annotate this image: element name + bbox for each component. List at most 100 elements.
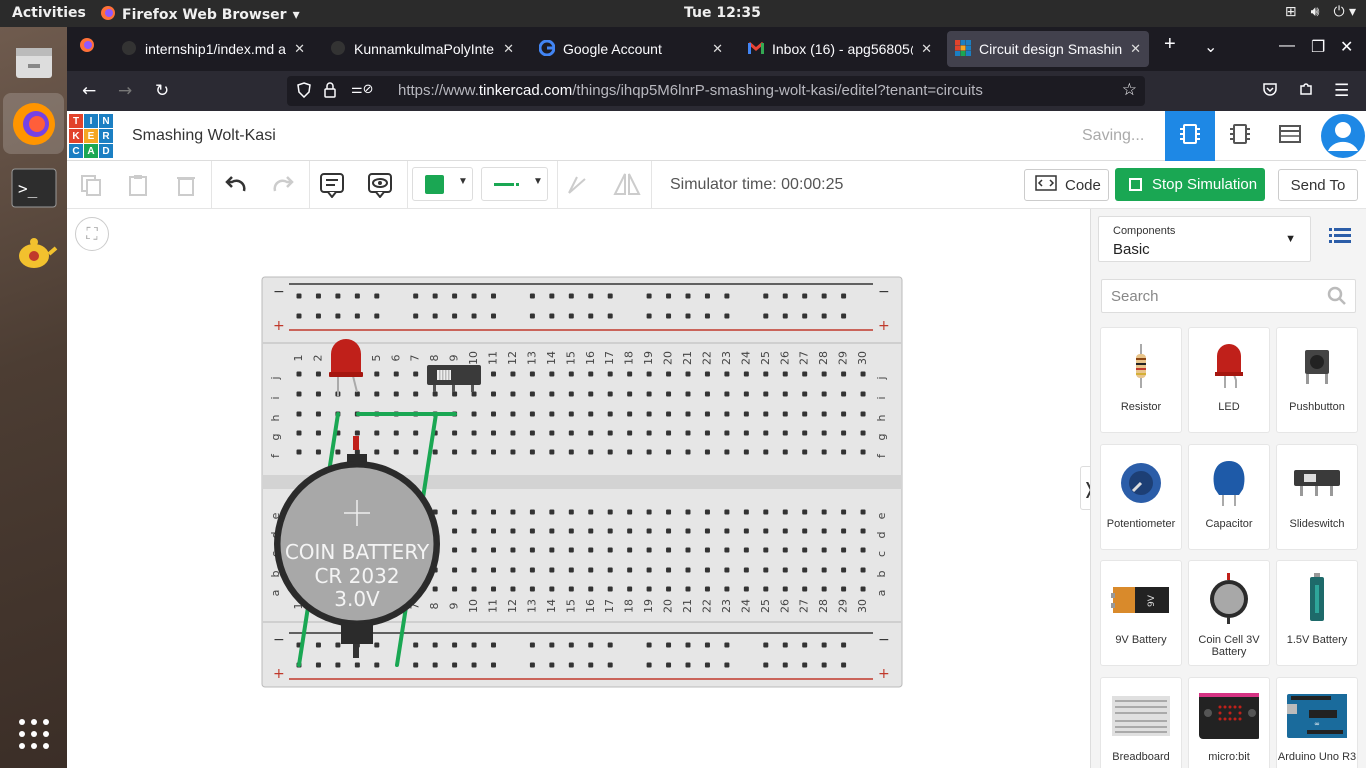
terminal-icon[interactable]: >_ [3,157,64,218]
reload-icon[interactable]: ↻ [155,81,169,101]
component-microbit[interactable]: micro:bit [1189,678,1269,768]
copy-icon[interactable] [75,169,107,201]
schematic-view-button[interactable] [1215,111,1265,161]
breadboard-hole [374,313,380,319]
undo-icon[interactable] [220,169,252,201]
components-label: Components [1113,225,1176,237]
send-to-button[interactable]: Send To [1278,169,1358,201]
component-potentiometer[interactable]: Potentiometer [1101,445,1181,549]
breadboard-hole [335,662,341,668]
app-menu[interactable]: Firefox Web Browser ▾ [100,5,300,25]
breadboard-hole [529,430,535,436]
close-icon[interactable]: ✕ [921,41,932,57]
lock-icon[interactable] [324,82,336,102]
breadboard[interactable]: −+ −+ −+ −+ 1122334455667788991010111112… [261,276,905,690]
files-icon[interactable] [3,31,64,92]
tinkercad-logo[interactable]: T I N K E R C A D [69,114,113,158]
breadboard-hole [432,586,438,592]
permissions-icon[interactable]: ⚌⊘ [351,82,374,97]
search-input[interactable] [1111,288,1311,305]
tab-tinkercad[interactable]: Circuit design Smashin ✕ [947,31,1149,67]
component-led[interactable]: LED [1189,328,1269,432]
component-list-button[interactable] [1265,111,1315,161]
maximize-icon[interactable]: ❐ [1311,37,1325,57]
project-title[interactable]: Smashing Wolt-Kasi [132,127,276,145]
minimize-icon[interactable]: — [1279,37,1295,55]
firefox-dock-icon[interactable] [3,93,64,154]
breadboard-hole [549,430,555,436]
bookmark-star-icon[interactable]: ☆ [1122,80,1137,100]
breadboard-hole [452,293,458,299]
component-name: Resistor [1120,401,1162,413]
stop-simulation-button[interactable]: Stop Simulation [1115,168,1265,201]
breadboard-hole [860,449,866,455]
rotate-icon[interactable] [561,169,593,201]
circuit-view-button[interactable] [1165,111,1215,161]
wire-color-dropdown[interactable]: ▼ [412,167,473,201]
paste-icon[interactable] [122,169,154,201]
activities-button[interactable]: Activities [12,5,86,21]
breadboard-hole [607,586,613,592]
breadboard-hole [413,391,419,397]
url-bar[interactable]: ⚌⊘ https://www.tinkercad.com/things/ihqp… [287,76,1145,106]
circuit-workspace[interactable]: ⛶ −+ −+ −+ −+ 11223344556677889910101111… [67,209,1098,768]
forward-icon[interactable]: → [118,81,132,101]
breadboard-hole [782,567,788,573]
user-avatar[interactable] [1318,111,1366,161]
component-capacitor[interactable]: Capacitor [1189,445,1269,549]
shield-icon[interactable] [297,82,311,102]
flip-icon[interactable] [611,169,643,201]
breadboard-hole [529,411,535,417]
close-icon[interactable]: ✕ [294,41,305,57]
component-slideswitch[interactable]: Slideswitch [1277,445,1357,549]
close-icon[interactable]: ✕ [503,41,514,57]
menu-icon[interactable]: ☰ [1334,81,1349,101]
breadboard-hole [491,567,496,573]
tab-google-account[interactable]: Google Account ✕ [531,31,731,67]
close-icon[interactable]: ✕ [712,41,723,57]
breadboard-hole [588,293,594,299]
notes-icon[interactable] [316,169,348,201]
zoom-fit-icon[interactable]: ⛶ [75,217,109,251]
components-dropdown[interactable]: Components Basic ▼ [1098,216,1311,262]
breadboard-hole [413,449,419,455]
list-view-icon[interactable] [1329,227,1351,250]
search-icon[interactable] [1327,286,1347,311]
extensions-icon[interactable] [1298,81,1314,102]
code-button[interactable]: Code [1024,169,1109,201]
system-tray[interactable]: ⊞ 🔊︎ ⏻ ▾ [1285,4,1356,20]
component-9v-battery[interactable]: 9V 9V Battery [1101,561,1181,665]
component-coin-cell[interactable]: Coin Cell 3V Battery [1189,561,1269,665]
component-arduino-uno[interactable]: ∞ Arduino Uno R3 [1277,678,1357,768]
breadboard-hole [841,449,847,455]
search-box[interactable] [1101,279,1356,313]
breadboard-hole [588,528,594,534]
back-icon[interactable]: ← [82,81,96,101]
breadboard-hole [646,547,652,553]
breadboard-label: 24 [739,351,752,365]
svg-text:+: + [273,318,285,334]
clock[interactable]: Tue 12:35 [684,5,761,21]
teapot-icon[interactable] [3,219,64,280]
slideswitch-component[interactable] [427,365,481,392]
breadboard-hole [549,371,555,377]
component-1-5v-battery[interactable]: 1.5V Battery [1277,561,1357,665]
close-icon[interactable]: ✕ [1130,41,1141,57]
wire-type-dropdown[interactable]: ▼ [481,167,548,201]
breadboard-hole [510,547,516,553]
component-breadboard[interactable]: Breadboard [1101,678,1181,768]
firefox-view-icon[interactable] [79,37,95,58]
app-grid-icon[interactable] [3,703,64,764]
new-tab-icon[interactable]: + [1164,33,1176,56]
tab-github-internship[interactable]: internship1/index.md a ✕ [113,31,313,67]
list-tabs-icon[interactable]: ⌄ [1204,37,1217,57]
annotation-visibility-icon[interactable] [364,169,396,201]
window-close-icon[interactable]: ✕ [1340,37,1353,57]
pocket-icon[interactable] [1262,81,1278,102]
component-resistor[interactable]: Resistor [1101,328,1181,432]
component-pushbutton[interactable]: Pushbutton [1277,328,1357,432]
delete-icon[interactable] [170,169,202,201]
redo-icon[interactable] [267,169,299,201]
tab-github-poly[interactable]: KunnamkulmaPolyInte ✕ [322,31,522,67]
tab-gmail-inbox[interactable]: Inbox (16) - apg56805@ ✕ [740,31,940,67]
